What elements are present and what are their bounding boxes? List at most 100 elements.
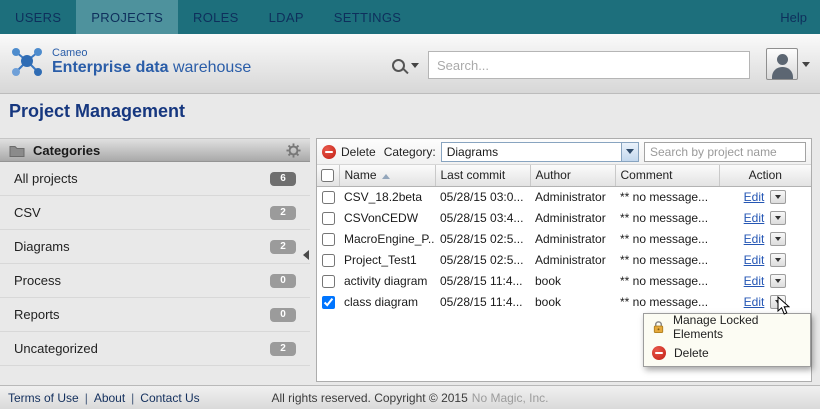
project-name-link[interactable]: CSVonCEDW xyxy=(339,207,435,228)
row-checkbox[interactable] xyxy=(322,254,335,267)
column-header-comment[interactable]: Comment xyxy=(615,165,719,186)
user-menu-dropdown-icon[interactable] xyxy=(802,62,810,67)
column-header-action[interactable]: Action xyxy=(719,165,811,186)
author-cell: Administrator xyxy=(530,228,615,249)
delete-icon xyxy=(322,145,336,159)
chevron-down-icon xyxy=(775,258,781,262)
edit-link[interactable]: Edit xyxy=(744,190,765,204)
row-checkbox[interactable] xyxy=(322,275,335,288)
category-count-badge: 2 xyxy=(270,206,296,220)
sidebar-item-process[interactable]: Process 0 xyxy=(0,264,310,298)
column-header-author[interactable]: Author xyxy=(530,165,615,186)
project-name-filter-input[interactable] xyxy=(644,142,806,162)
top-navigation-bar: USERS PROJECTS ROLES LDAP SETTINGS Help xyxy=(0,0,820,34)
footer-link-terms[interactable]: Terms of Use xyxy=(8,391,79,405)
row-actions-dropdown-button[interactable] xyxy=(770,253,786,267)
brand-name: Cameo xyxy=(52,47,251,59)
category-filter-label: Category: xyxy=(384,145,436,159)
select-all-checkbox[interactable] xyxy=(321,169,334,182)
row-actions-dropdown-button[interactable] xyxy=(770,190,786,204)
row-checkbox[interactable] xyxy=(322,191,335,204)
lock-icon xyxy=(652,320,665,334)
page-title: Project Management xyxy=(9,101,185,122)
brand-product-light: warehouse xyxy=(173,59,251,76)
last-commit-cell: 05/28/15 03:0... xyxy=(435,186,530,207)
nav-tab-roles[interactable]: ROLES xyxy=(178,0,254,34)
category-count-badge: 0 xyxy=(270,274,296,288)
category-label: CSV xyxy=(14,205,41,220)
row-checkbox[interactable] xyxy=(322,212,335,225)
project-name-link[interactable]: MacroEngine_P... xyxy=(339,228,435,249)
row-actions-context-menu: Manage Locked Elements Delete xyxy=(643,313,811,367)
project-name-link[interactable]: activity diagram xyxy=(339,270,435,291)
projects-toolbar: Delete Category: Diagrams xyxy=(317,139,811,165)
folder-icon xyxy=(9,144,25,157)
nav-tab-projects[interactable]: PROJECTS xyxy=(76,0,178,34)
row-actions-dropdown-button[interactable] xyxy=(770,211,786,225)
copyright-label: All rights reserved. Copyright © 2015 xyxy=(272,391,468,405)
menu-item-delete[interactable]: Delete xyxy=(644,340,810,366)
user-avatar[interactable] xyxy=(766,48,798,80)
gear-icon xyxy=(286,143,301,158)
menu-item-manage-locked-elements[interactable]: Manage Locked Elements xyxy=(644,314,810,340)
projects-table: Name Last commit Author Comment Action C… xyxy=(317,165,811,312)
project-name-link[interactable]: CSV_18.2beta xyxy=(339,186,435,207)
category-filter-select[interactable]: Diagrams xyxy=(441,142,639,162)
category-count-badge: 2 xyxy=(270,240,296,254)
app-header: Cameo Enterprise data warehouse xyxy=(0,34,820,94)
global-search-input[interactable] xyxy=(428,51,750,79)
edit-link[interactable]: Edit xyxy=(744,253,765,267)
row-actions-dropdown-button[interactable] xyxy=(770,274,786,288)
column-header-name[interactable]: Name xyxy=(339,165,435,186)
global-search-area xyxy=(392,51,750,79)
sidebar-item-csv[interactable]: CSV 2 xyxy=(0,196,310,230)
nav-tab-ldap[interactable]: LDAP xyxy=(254,0,319,34)
footer: Terms of Use About Contact Us All rights… xyxy=(0,385,820,409)
edit-link[interactable]: Edit xyxy=(744,232,765,246)
delete-icon xyxy=(652,346,666,360)
search-scope-dropdown-icon[interactable] xyxy=(411,63,419,68)
nav-tab-settings[interactable]: SETTINGS xyxy=(319,0,416,34)
column-header-last-commit-label: Last commit xyxy=(441,168,506,182)
chevron-down-icon xyxy=(775,195,781,199)
menu-item-label: Manage Locked Elements xyxy=(673,313,802,341)
footer-link-about[interactable]: About xyxy=(94,391,125,405)
table-row: CSVonCEDW 05/28/15 03:4... Administrator… xyxy=(317,207,811,228)
edit-link[interactable]: Edit xyxy=(744,295,765,309)
table-row: class diagram 05/28/15 11:4... book ** n… xyxy=(317,291,811,312)
last-commit-cell: 05/28/15 02:5... xyxy=(435,249,530,270)
edit-link[interactable]: Edit xyxy=(744,211,765,225)
comment-cell: ** no message... xyxy=(615,291,719,312)
row-checkbox[interactable] xyxy=(322,233,335,246)
row-actions-dropdown-button[interactable] xyxy=(770,295,786,309)
table-row: activity diagram 05/28/15 11:4... book *… xyxy=(317,270,811,291)
sidebar-item-diagrams[interactable]: Diagrams 2 xyxy=(0,230,310,264)
help-link[interactable]: Help xyxy=(767,0,820,34)
category-filter-dropdown-button[interactable] xyxy=(621,143,638,161)
column-header-author-label: Author xyxy=(536,168,571,182)
category-count-badge: 2 xyxy=(270,342,296,356)
sidebar-item-all-projects[interactable]: All projects 6 xyxy=(0,162,310,196)
column-header-name-label: Name xyxy=(345,168,377,182)
footer-link-contact[interactable]: Contact Us xyxy=(140,391,199,405)
sidebar-collapse-handle[interactable] xyxy=(303,250,309,260)
table-row: CSV_18.2beta 05/28/15 03:0... Administra… xyxy=(317,186,811,207)
delete-button-label: Delete xyxy=(341,145,376,159)
row-actions-dropdown-button[interactable] xyxy=(770,232,786,246)
sidebar-item-uncategorized[interactable]: Uncategorized 2 xyxy=(0,332,310,366)
project-name-link[interactable]: class diagram xyxy=(339,291,435,312)
sidebar-item-reports[interactable]: Reports 0 xyxy=(0,298,310,332)
search-icon[interactable] xyxy=(392,59,405,72)
row-checkbox[interactable] xyxy=(322,296,335,309)
column-header-action-label: Action xyxy=(749,168,782,182)
category-count-badge: 0 xyxy=(270,308,296,322)
table-row: Project_Test1 05/28/15 02:5... Administr… xyxy=(317,249,811,270)
chevron-down-icon xyxy=(775,279,781,283)
edit-link[interactable]: Edit xyxy=(744,274,765,288)
categories-settings-button[interactable] xyxy=(286,143,301,158)
delete-button[interactable]: Delete xyxy=(322,145,376,159)
table-header-row: Name Last commit Author Comment Action xyxy=(317,165,811,186)
column-header-last-commit[interactable]: Last commit xyxy=(435,165,530,186)
nav-tab-users[interactable]: USERS xyxy=(0,0,76,34)
project-name-link[interactable]: Project_Test1 xyxy=(339,249,435,270)
